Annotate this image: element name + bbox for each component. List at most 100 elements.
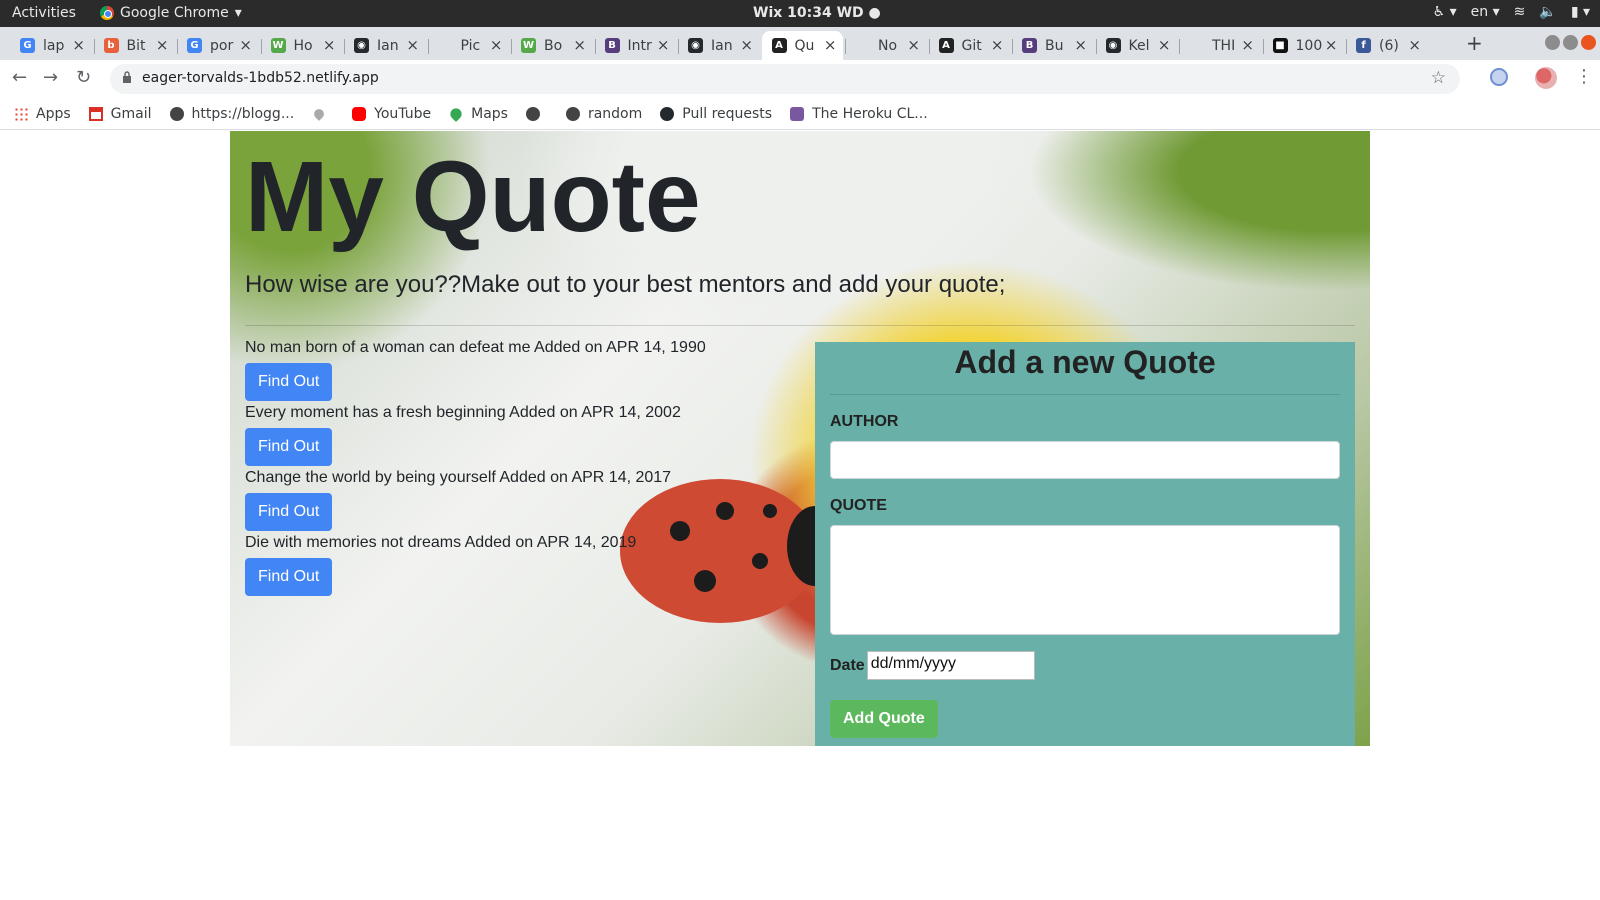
close-tab-icon[interactable]: × [406, 36, 419, 54]
language-indicator[interactable]: en ▾ [1471, 4, 1500, 20]
close-tab-icon[interactable]: × [72, 36, 85, 54]
quote-text: Die with memories not dreams Added on AP… [245, 534, 637, 551]
bookmark-item[interactable]: Pull requests [660, 106, 772, 122]
bookmark-item[interactable]: https://blogg... [169, 106, 294, 122]
find-out-button[interactable]: Find Out [245, 363, 333, 401]
close-tab-icon[interactable]: × [1408, 36, 1421, 54]
battery-icon: ▮ ▾ [1570, 4, 1590, 20]
date-field[interactable]: dd/mm/yyyy [866, 651, 1035, 680]
add-quote-button[interactable]: Add Quote [830, 700, 938, 738]
bookmark-item[interactable] [525, 106, 548, 121]
browser-tab[interactable]: ◉ Kel × [1095, 31, 1177, 60]
quote-list: No man born of a woman can defeat me Add… [245, 337, 805, 597]
heroku-icon [790, 106, 805, 121]
tab-title: por [210, 37, 234, 54]
browser-tab[interactable]: W Bo × [511, 31, 592, 60]
tab-favicon-icon: f [1356, 38, 1371, 53]
tab-favicon-icon: ◉ [688, 38, 703, 53]
tab-title: Qu [794, 37, 815, 54]
close-tab-icon[interactable]: × [657, 36, 670, 54]
tab-title: Kel [1128, 37, 1150, 54]
reload-icon[interactable]: ↻ [76, 67, 91, 88]
close-tab-icon[interactable]: × [490, 36, 503, 54]
bookmark-item[interactable]: Gmail [88, 106, 152, 122]
close-tab-icon[interactable]: × [824, 36, 837, 54]
bookmark-item[interactable]: Maps [448, 106, 508, 122]
browser-tab[interactable]: f (6) × [1346, 31, 1427, 60]
tab-favicon-icon: W [270, 38, 286, 53]
browser-tab[interactable]: Pic × [427, 31, 509, 60]
bookmark-item[interactable] [312, 106, 334, 121]
minimize-icon[interactable] [1545, 35, 1560, 50]
close-tab-icon[interactable]: × [1074, 36, 1087, 54]
close-tab-icon[interactable]: × [1158, 36, 1171, 54]
browser-tab[interactable]: A Qu × [761, 31, 843, 60]
chevron-down-icon: ▾ [234, 5, 242, 21]
browser-tab[interactable]: A Git × [928, 31, 1010, 60]
bookmark-item[interactable]: YouTube [352, 106, 431, 122]
os-top-bar: Activities Google Chrome ▾ Wix 10:34 WD … [0, 0, 1600, 27]
date-row: Date dd/mm/yyyy [830, 651, 1340, 680]
tab-favicon-icon [437, 38, 453, 53]
tab-favicon-icon: ◉ [1105, 38, 1121, 53]
close-tab-icon[interactable]: × [323, 36, 336, 54]
author-field[interactable] [830, 441, 1340, 479]
find-out-button[interactable]: Find Out [245, 493, 333, 531]
list-item: No man born of a woman can defeat me Add… [245, 337, 805, 402]
chrome-menu-icon[interactable]: ⋮ [1575, 66, 1593, 87]
back-arrow-icon[interactable]: ← [12, 67, 27, 88]
divider [245, 325, 1355, 326]
browser-tab[interactable]: B Bu × [1012, 31, 1093, 60]
activities-button[interactable]: Activities [12, 5, 76, 21]
quote-textarea[interactable] [830, 525, 1340, 635]
quote-text: No man born of a woman can defeat me Add… [245, 339, 706, 356]
close-tab-icon[interactable]: × [1241, 36, 1254, 54]
address-bar[interactable]: eager-torvalds-1bdb52.netlify.app ☆ [110, 64, 1460, 94]
close-tab-icon[interactable]: × [156, 36, 169, 54]
app-menu[interactable]: Google Chrome ▾ [100, 5, 242, 21]
close-tab-icon[interactable]: × [991, 36, 1004, 54]
tab-title: Intr [627, 37, 652, 54]
gmail-icon [88, 106, 103, 121]
clock[interactable]: Wix 10:34 WD ● [753, 5, 881, 21]
bookmark-star-icon[interactable]: ☆ [1431, 68, 1446, 88]
system-tray[interactable]: ♿ ▾ en ▾ ≋ 🔈 ▮ ▾ [1433, 4, 1590, 20]
close-tab-icon[interactable]: × [907, 36, 920, 54]
close-tab-icon[interactable]: × [573, 36, 586, 54]
find-out-button[interactable]: Find Out [245, 558, 333, 596]
form-heading: Add a new Quote [954, 344, 1216, 380]
profile-avatar[interactable] [1535, 67, 1557, 89]
browser-tab[interactable]: ◉ Ian × [344, 31, 425, 60]
tab-favicon-icon: G [187, 38, 202, 53]
browser-tab[interactable]: THI × [1179, 31, 1260, 60]
bookmark-item[interactable]: Apps [14, 106, 71, 122]
bookmark-item[interactable]: The Heroku CL... [790, 106, 928, 122]
browser-tab[interactable]: No × [845, 31, 926, 60]
globe-icon [169, 106, 184, 121]
page-content: My Quote How wise are you??Make out to y… [230, 131, 1370, 746]
browser-tab[interactable]: Gpor × [177, 31, 258, 60]
close-tab-icon[interactable]: × [1325, 36, 1338, 54]
new-tab-button[interactable]: + [1466, 31, 1483, 55]
browser-tab[interactable]: Glap × [10, 31, 91, 60]
tab-title: Ian [711, 37, 733, 54]
tab-favicon-icon: G [20, 38, 35, 53]
browser-tab[interactable]: ■ 100 × [1262, 31, 1344, 60]
tab-favicon-icon: b [103, 38, 119, 53]
browser-tab[interactable]: b Bit × [93, 31, 175, 60]
close-tab-icon[interactable]: × [239, 36, 252, 54]
find-out-button[interactable]: Find Out [245, 428, 333, 466]
forward-arrow-icon[interactable]: → [43, 67, 58, 88]
browser-tab[interactable]: B Intr × [594, 31, 676, 60]
tab-title: Bit [126, 37, 146, 54]
tab-favicon-icon: ◉ [354, 38, 369, 53]
browser-tab[interactable]: W Ho × [260, 31, 342, 60]
bookmark-item[interactable]: random [565, 106, 642, 122]
extension-icon[interactable] [1490, 68, 1508, 86]
maximize-icon[interactable] [1563, 35, 1578, 50]
chrome-icon [100, 6, 114, 20]
close-tab-icon[interactable]: × [740, 36, 753, 54]
accessibility-icon[interactable]: ♿ ▾ [1433, 4, 1457, 20]
browser-tab[interactable]: ◉ Ian × [678, 31, 759, 60]
close-window-icon[interactable] [1581, 35, 1596, 50]
